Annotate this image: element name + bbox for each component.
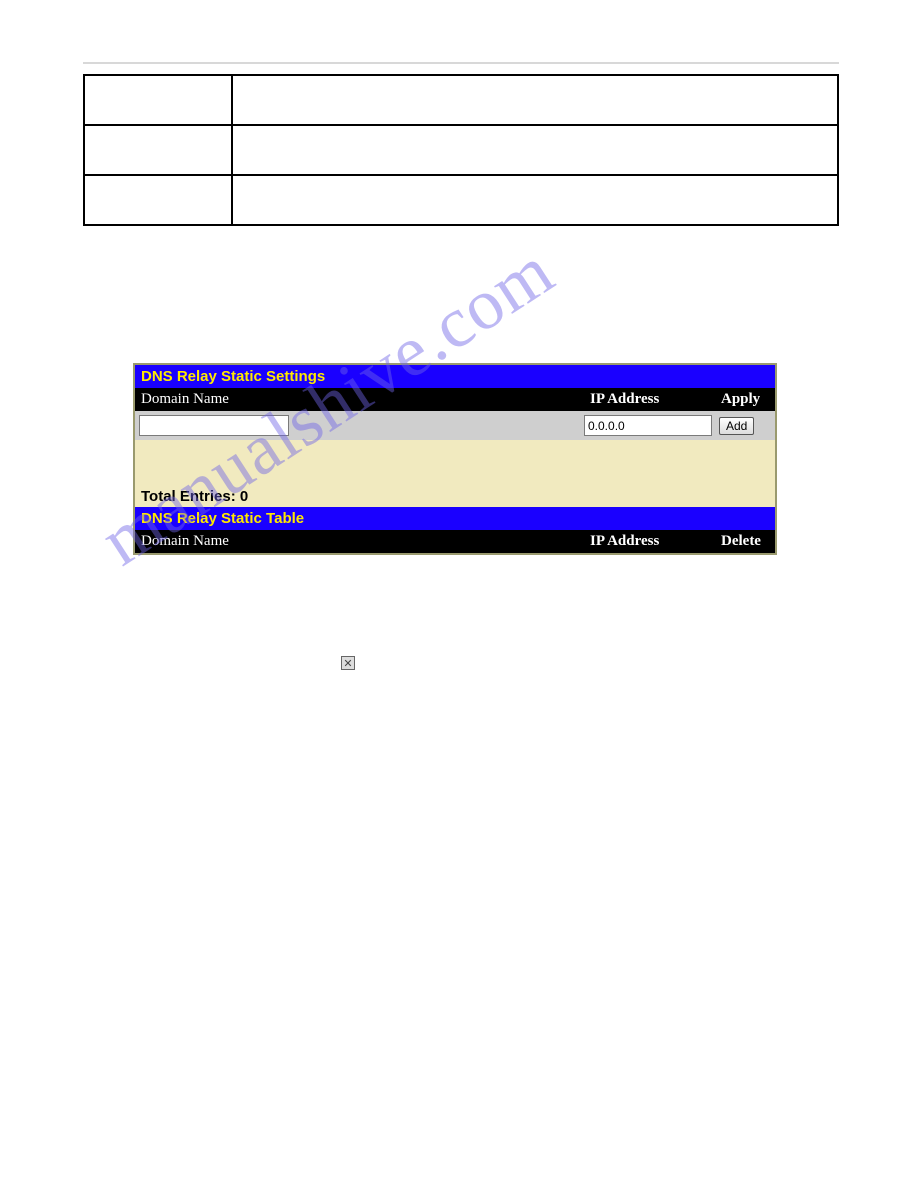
- close-glyph: ✕: [343, 657, 352, 670]
- add-button[interactable]: Add: [719, 417, 754, 435]
- table-row: [84, 125, 838, 175]
- param-label-cell: [84, 125, 232, 175]
- total-entries-label: Total Entries: 0: [135, 484, 775, 507]
- param-label-cell: [84, 75, 232, 125]
- param-desc-cell: [232, 75, 838, 125]
- watermark-text: manualshive.com: [39, 201, 881, 1019]
- ip-address-input[interactable]: [584, 415, 712, 436]
- header-ip-address: IP Address: [584, 388, 719, 411]
- table-title-bar: DNS Relay Static Table: [135, 507, 775, 530]
- table-row: [84, 175, 838, 225]
- settings-header-row: Domain Name IP Address Apply: [135, 388, 775, 411]
- settings-title-bar: DNS Relay Static Settings: [135, 365, 775, 388]
- header-domain-name-2: Domain Name: [135, 530, 584, 553]
- table-header-row: Domain Name IP Address Delete: [135, 530, 775, 553]
- header-domain-name: Domain Name: [135, 388, 584, 411]
- parameters-table: [83, 74, 839, 226]
- param-desc-cell: [232, 175, 838, 225]
- table-row: [84, 75, 838, 125]
- header-ip-address-2: IP Address: [584, 530, 719, 553]
- header-apply: Apply: [719, 388, 775, 411]
- param-label-cell: [84, 175, 232, 225]
- divider-top: [83, 62, 839, 64]
- header-delete: Delete: [719, 530, 775, 553]
- settings-input-row: Add: [135, 411, 775, 440]
- close-icon: ✕: [341, 656, 355, 670]
- param-desc-cell: [232, 125, 838, 175]
- domain-name-input[interactable]: [139, 415, 289, 436]
- panel-spacer: [135, 440, 775, 484]
- dns-relay-panel: DNS Relay Static Settings Domain Name IP…: [133, 363, 777, 555]
